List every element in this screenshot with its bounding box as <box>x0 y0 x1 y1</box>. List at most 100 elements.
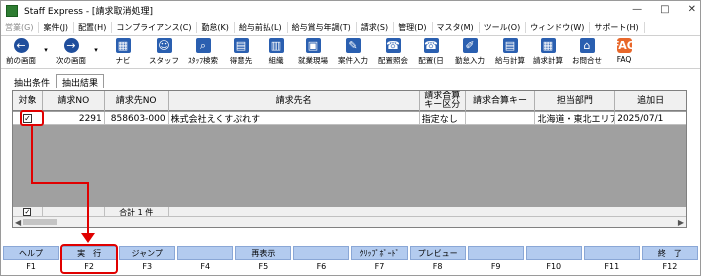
tab-extraction-results[interactable]: 抽出結果 <box>56 74 105 89</box>
attendance-entry-button[interactable]: ✐ 勤怠入力 <box>449 36 491 68</box>
fkey-label: F5 <box>258 262 269 271</box>
menu-assignment[interactable]: 配置(H) <box>74 21 113 33</box>
worksite-button[interactable]: ▣ 就業現場 <box>293 36 333 68</box>
f4-button[interactable] <box>177 246 234 260</box>
minimize-button[interactable]: — <box>632 4 642 15</box>
assignment-inquiry-icon: ☎ <box>385 38 401 53</box>
staff-search-button[interactable]: ⌕ ｽﾀｯﾌ検索 <box>183 36 223 68</box>
assignment-daily-button[interactable]: ☎ 配置(日 <box>413 36 449 68</box>
back-dropdown[interactable]: ▾ <box>41 36 51 68</box>
app-icon <box>6 4 18 17</box>
menu-compliance[interactable]: コンプライアンス(C) <box>112 21 198 33</box>
faq-icon: FAQ <box>611 38 637 53</box>
jump-button[interactable]: ジャンプ <box>119 246 176 260</box>
maximize-button[interactable]: □ <box>660 4 669 15</box>
callout-connector <box>31 125 33 184</box>
fkey-label: F6 <box>316 262 327 271</box>
dropdown-arrow-icon: ▾ <box>44 46 48 54</box>
f6-button[interactable] <box>293 246 350 260</box>
inquiry-icon: ⌂ <box>579 38 595 53</box>
tab-extraction-conditions[interactable]: 抽出条件 <box>8 74 56 89</box>
highlight-checkbox-callout <box>20 110 44 126</box>
callout-arrow-icon <box>81 233 95 243</box>
menu-case[interactable]: 案件(J) <box>39 21 75 33</box>
header-sum-key-type[interactable]: 請求合算キー区分 <box>420 91 466 111</box>
menu-billing[interactable]: 請求(S) <box>357 21 395 33</box>
menu-attendance[interactable]: 勤怠(K) <box>197 21 235 33</box>
header-target[interactable]: 対象 <box>13 91 43 111</box>
inquiry-button[interactable]: ⌂ お問合せ <box>567 36 607 68</box>
scroll-left-icon[interactable]: ◀ <box>15 218 21 227</box>
assignment-inquiry-button[interactable]: ☎ 配置照会 <box>373 36 413 68</box>
staff-icon: ☺ <box>156 38 172 53</box>
case-entry-icon: ✎ <box>345 38 361 53</box>
callout-connector <box>31 182 89 184</box>
assignment-daily-icon: ☎ <box>423 38 439 53</box>
attendance-entry-icon: ✐ <box>462 38 478 53</box>
cell-sum-key-type: 指定なし <box>420 112 466 125</box>
faq-button[interactable]: FAQ FAQ <box>607 36 641 68</box>
menu-master[interactable]: マスタ(M) <box>433 21 480 33</box>
scroll-thumb[interactable] <box>23 219 57 225</box>
f10-button[interactable] <box>525 246 582 260</box>
fkey-label: F10 <box>546 262 562 271</box>
customer-button[interactable]: ▤ 得意先 <box>223 36 259 68</box>
billing-calc-button[interactable]: ▦ 請求計算 <box>529 36 567 68</box>
toolbar: ← 前の画面 ▾ → 次の画面 ▾ ▦ ナビ ☺ スタッフ ⌕ ｽﾀｯﾌ検索 ▤ 得意先 ▥… <box>1 35 700 69</box>
menu-sales[interactable]: 営業(G) <box>1 21 40 33</box>
case-entry-button[interactable]: ✎ 案件入力 <box>333 36 373 68</box>
refresh-button[interactable]: 再表示 <box>235 246 292 260</box>
callout-connector <box>87 182 89 234</box>
fkey-label: F1 <box>26 262 36 271</box>
select-all-checkbox[interactable]: ✓ <box>23 208 32 216</box>
menu-support[interactable]: サポート(H) <box>590 21 645 33</box>
tab-strip: 抽出条件 抽出結果 <box>8 74 105 89</box>
worksite-icon: ▣ <box>305 38 321 53</box>
cell-added-date: 2025/07/1 <box>617 113 664 124</box>
organization-icon: ▥ <box>268 38 284 53</box>
header-bill-to-name[interactable]: 請求先名 <box>169 91 420 111</box>
back-arrow-icon: ← <box>13 38 29 53</box>
preview-button[interactable]: プレビュー <box>409 246 466 260</box>
close-button[interactable]: ✕ <box>688 4 696 15</box>
staff-search-icon: ⌕ <box>195 38 211 53</box>
billing-calc-icon: ▦ <box>540 38 556 53</box>
header-billing-no[interactable]: 請求NO <box>43 91 105 111</box>
fkey-label: F12 <box>662 262 678 271</box>
header-department[interactable]: 担当部門 <box>535 91 616 111</box>
navi-button[interactable]: ▦ ナビ <box>101 36 145 68</box>
organization-button[interactable]: ▥ 組織 <box>259 36 293 68</box>
staff-button[interactable]: ☺ スタッフ <box>145 36 183 68</box>
highlight-execute-callout <box>60 244 118 274</box>
help-button[interactable]: ヘルプ <box>3 246 60 260</box>
f11-button[interactable] <box>583 246 640 260</box>
forward-button[interactable]: → 次の画面 <box>51 36 91 68</box>
customer-icon: ▤ <box>233 38 249 53</box>
forward-dropdown[interactable]: ▾ <box>91 36 101 68</box>
header-sum-key[interactable]: 請求合算キー <box>466 91 536 111</box>
payroll-button[interactable]: ▤ 給与計算 <box>491 36 529 68</box>
cell-billing-no: 2291 <box>43 112 105 125</box>
f9-button[interactable] <box>467 246 524 260</box>
scroll-right-icon[interactable]: ▶ <box>678 218 684 227</box>
table-row[interactable]: ✓ 2291 858603-000 株式会社えくすぷれす 指定なし 北海道・東北… <box>13 112 686 125</box>
results-grid: 対象 請求NO 請求先NO 請求先名 請求合算キー区分 請求合算キー 担当部門 … <box>12 90 687 228</box>
menu-tools[interactable]: ツール(O) <box>480 21 527 33</box>
header-added-date[interactable]: 追加日 <box>615 91 686 111</box>
back-button[interactable]: ← 前の画面 <box>1 36 41 68</box>
cell-bill-to-no: 858603-000 <box>105 112 169 125</box>
menu-payroll[interactable]: 給与賞与年調(T) <box>288 21 357 33</box>
fkey-label: F7 <box>374 262 385 271</box>
horizontal-scrollbar[interactable]: ◀ ▶ <box>13 216 686 227</box>
cell-department: 北海道・東北エリア <box>535 112 616 125</box>
exit-button[interactable]: 終 了 <box>641 246 698 260</box>
grid-header: 対象 請求NO 請求先NO 請求先名 請求合算キー区分 請求合算キー 担当部門 … <box>13 91 686 111</box>
header-bill-to-no[interactable]: 請求先NO <box>105 91 169 111</box>
menu-window[interactable]: ウィンドウ(W) <box>526 21 591 33</box>
menu-advance-pay[interactable]: 給与前払(L) <box>235 21 288 33</box>
title-bar: Staff Express - [請求取消処理] — □ ✕ <box>1 1 700 20</box>
clipboard-button[interactable]: ｸﾘｯﾌﾟﾎﾞｰﾄﾞ <box>351 246 408 260</box>
menu-bar: 営業(G) 案件(J) 配置(H) コンプライアンス(C) 勤怠(K) 給与前払… <box>1 20 700 34</box>
forward-arrow-icon: → <box>63 38 79 53</box>
menu-admin[interactable]: 管理(D) <box>394 21 433 33</box>
